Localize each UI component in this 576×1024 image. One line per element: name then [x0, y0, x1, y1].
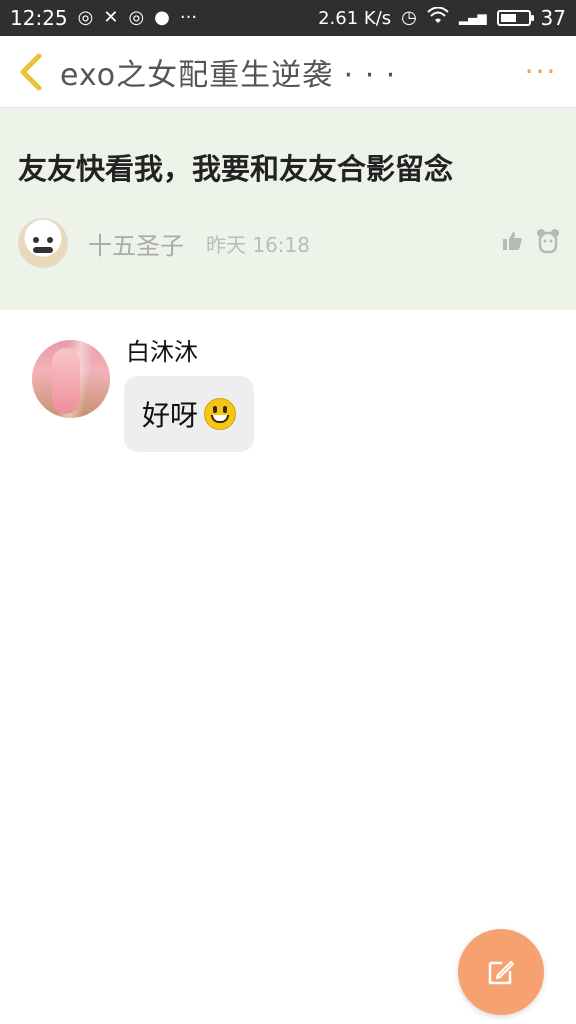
like-icon[interactable]	[500, 229, 524, 257]
status-right: 2.61 K/s ◷ ▂▄▆ 37	[318, 6, 566, 30]
grinning-face-emoji-icon	[204, 398, 237, 430]
commenter-avatar[interactable]	[32, 340, 110, 418]
bear-icon[interactable]	[536, 228, 560, 258]
status-bar: 12:25 ◎ ✕ ◎ ● ··· 2.61 K/s ◷ ▂▄▆ 37	[0, 0, 576, 36]
more-notifications-icon: ···	[179, 7, 198, 28]
back-button[interactable]	[0, 36, 60, 108]
alarm-icon: ◷	[401, 7, 417, 28]
more-button[interactable]: ···	[506, 55, 576, 88]
commenter-name[interactable]: 白沐沐	[126, 332, 198, 367]
post-actions	[500, 228, 560, 258]
battery-percent: 37	[540, 6, 566, 30]
weibo-icon: ◎	[77, 7, 94, 28]
edit-icon	[488, 960, 515, 985]
top-bar: exo之女配重生逆袭 · · · ···	[0, 36, 576, 108]
page-title: exo之女配重生逆袭 · · ·	[60, 57, 397, 93]
restaurant-icon: ✕	[103, 7, 119, 28]
user-icon: ●	[154, 7, 170, 28]
comment-text: 好呀	[142, 399, 199, 432]
post-title: 友友快看我，我要和友友合影留念	[18, 152, 454, 186]
post-card: 友友快看我，我要和友友合影留念 十五圣子 昨天 16:18	[0, 108, 576, 310]
signal-icon: ▂▄▆	[458, 11, 487, 25]
battery-icon	[496, 10, 534, 26]
comment-bubble[interactable]: 好呀	[124, 376, 255, 452]
chevron-left-icon	[20, 53, 42, 90]
author-avatar[interactable]	[18, 218, 68, 268]
status-time: 12:25	[10, 6, 68, 30]
post-time: 昨天 16:18	[206, 232, 310, 257]
status-left: 12:25 ◎ ✕ ◎ ● ···	[10, 6, 197, 30]
wifi-icon	[427, 6, 449, 29]
compose-button[interactable]	[458, 929, 544, 1015]
post-author-row: 十五圣子 昨天 16:18	[18, 218, 560, 268]
weibo-icon-2: ◎	[128, 7, 145, 28]
author-name[interactable]: 十五圣子	[88, 226, 184, 261]
net-speed: 2.61 K/s	[318, 7, 392, 29]
